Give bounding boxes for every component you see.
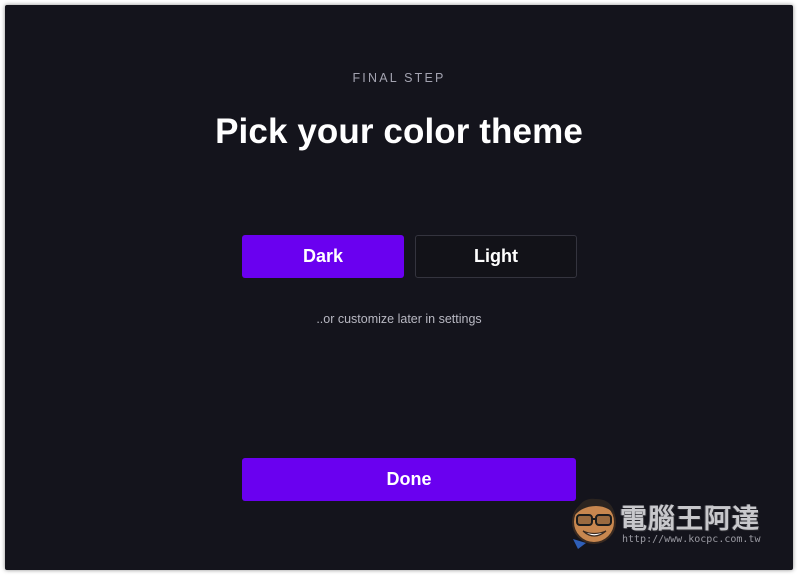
step-label: FINAL STEP xyxy=(352,71,446,85)
page-title: Pick your color theme xyxy=(215,112,583,151)
mascot-logo-icon xyxy=(572,498,616,549)
watermark-text: 電腦王阿達 xyxy=(620,504,760,535)
onboarding-screen: FINAL STEP Pick your color theme Dark Li… xyxy=(5,5,793,570)
dark-theme-label: Dark xyxy=(302,246,344,266)
done-label: Done xyxy=(386,469,432,489)
light-theme-label: Light xyxy=(474,246,518,266)
light-theme-button[interactable]: Light xyxy=(415,235,577,278)
customize-hint: ..or customize later in settings xyxy=(316,312,482,326)
dark-theme-button[interactable]: Dark xyxy=(242,235,404,278)
done-button[interactable]: Done xyxy=(242,458,576,501)
watermark: 電腦王阿達 http://www.kocpc.com.tw xyxy=(570,493,775,553)
watermark-url: http://www.kocpc.com.tw xyxy=(622,534,761,545)
